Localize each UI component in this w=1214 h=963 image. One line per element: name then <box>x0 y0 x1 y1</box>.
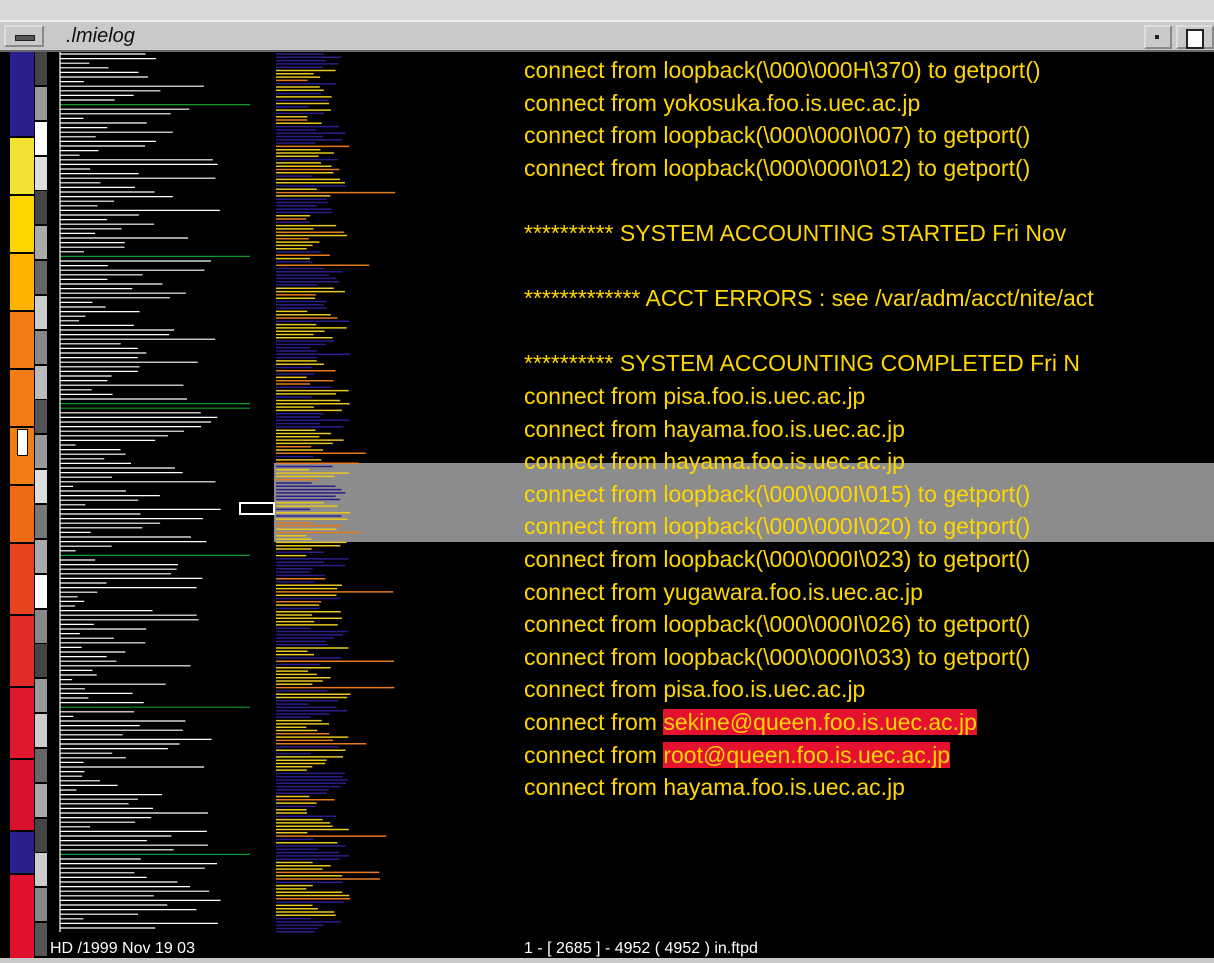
density-segment <box>35 470 47 506</box>
log-line[interactable]: connect from yokosuka.foo.is.uec.ac.jp <box>524 90 920 116</box>
colorbar-segment[interactable] <box>10 370 34 428</box>
log-line-text: connect from loopback(\000\000H\370) to … <box>524 57 1041 83</box>
density-segment <box>35 365 47 401</box>
density-segment <box>35 888 47 924</box>
log-line[interactable]: connect from loopback(\000\000H\370) to … <box>524 57 1041 83</box>
maximize-button[interactable] <box>1176 25 1214 49</box>
density-segment <box>35 86 47 122</box>
desktop-strip <box>0 0 1214 21</box>
log-line[interactable]: connect from sekine@queen.foo.is.uec.ac.… <box>524 709 977 735</box>
log-line-text: connect from hayama.foo.is.uec.ac.jp <box>524 774 905 801</box>
log-line[interactable]: connect from loopback(\000\000I\020) to … <box>524 513 1030 539</box>
minimize-button[interactable] <box>1144 25 1172 49</box>
colorbar-segment[interactable] <box>10 138 34 196</box>
highlighted-host[interactable]: sekine@queen.foo.is.uec.ac.jp <box>663 709 977 735</box>
density-segment <box>35 400 47 436</box>
density-segment <box>35 853 47 889</box>
log-line-text: connect from yugawara.foo.is.uec.ac.jp <box>524 578 923 605</box>
colorbar-segment[interactable] <box>10 486 34 544</box>
log-line[interactable]: connect from hayama.foo.is.uec.ac.jp <box>524 774 905 800</box>
log-line-text: connect from loopback(\000\000I\023) to … <box>524 546 1031 572</box>
log-line[interactable]: connect from pisa.foo.is.uec.ac.jp <box>524 676 865 702</box>
colorbar-segment[interactable] <box>10 312 34 370</box>
log-line[interactable]: connect from loopback(\000\000I\023) to … <box>524 546 1030 572</box>
highlighted-host[interactable]: root@queen.foo.is.uec.ac.jp <box>663 741 951 768</box>
log-line-text: ************* ACCT ERRORS : see /var/adm… <box>524 285 1094 312</box>
log-line[interactable]: connect from yugawara.foo.is.uec.ac.jp <box>524 579 923 605</box>
log-line-text: connect from yokosuka.foo.is.uec.ac.jp <box>524 89 921 116</box>
log-viewer[interactable]: connect from loopback(\000\000H\370) to … <box>0 52 1214 958</box>
colorbar-segment[interactable] <box>10 832 34 875</box>
log-line[interactable]: connect from hayama.foo.is.uec.ac.jp <box>524 416 905 442</box>
density-segment <box>35 505 47 540</box>
colorbar-segment[interactable] <box>10 688 34 760</box>
density-segment <box>35 679 47 715</box>
colorbar-segment[interactable] <box>10 52 34 138</box>
colorbar-segment[interactable] <box>10 254 34 312</box>
log-line[interactable]: ********** SYSTEM ACCOUNTING COMPLETED F… <box>524 350 1080 376</box>
colorbar-segment[interactable] <box>10 616 34 688</box>
time-colorbar[interactable] <box>10 52 34 958</box>
log-line-text: connect from loopback(\000\000I\012) to … <box>524 154 1031 181</box>
log-line[interactable]: connect from loopback(\000\000I\033) to … <box>524 644 1030 670</box>
density-segment <box>35 295 47 331</box>
density-segment <box>35 121 47 157</box>
status-date: HD /1999 Nov 19 03 <box>50 940 195 957</box>
log-line[interactable]: connect from root@queen.foo.is.uec.ac.jp <box>524 741 951 768</box>
density-segment <box>35 52 47 87</box>
log-line[interactable]: connect from loopback(\000\000I\007) to … <box>524 122 1030 148</box>
log-line-text: connect from loopback(\000\000I\015) to … <box>524 480 1031 507</box>
density-segment <box>35 226 47 262</box>
log-line-text: connect from pisa.foo.is.uec.ac.jp <box>524 676 866 703</box>
density-segment <box>35 609 47 645</box>
density-segment <box>35 435 47 471</box>
density-segment <box>35 783 47 819</box>
log-text-pane[interactable]: connect from loopback(\000\000H\370) to … <box>520 52 1214 958</box>
log-line[interactable]: connect from pisa.foo.is.uec.ac.jp <box>524 383 865 409</box>
density-segment <box>35 330 47 366</box>
log-line[interactable]: ********** SYSTEM ACCOUNTING STARTED Fri… <box>524 220 1066 246</box>
log-line-text: connect from loopback(\000\000I\020) to … <box>524 513 1031 540</box>
position-marker[interactable] <box>17 429 28 456</box>
density-segment <box>35 539 47 575</box>
density-segment <box>35 574 47 610</box>
density-segment <box>35 644 47 680</box>
log-line-text: ********** SYSTEM ACCOUNTING COMPLETED F… <box>524 350 1080 377</box>
density-segment <box>35 748 47 784</box>
density-segment <box>35 191 47 227</box>
log-line-text: connect from <box>524 709 664 735</box>
log-line-text: connect from loopback(\000\000I\007) to … <box>524 122 1031 149</box>
density-segment <box>35 156 47 192</box>
colorbar-segment[interactable] <box>10 875 34 958</box>
status-position: 1 - [ 2685 ] - 4952 ( 4952 ) in.ftpd <box>524 940 758 957</box>
log-line[interactable]: connect from loopback(\000\000I\015) to … <box>524 481 1030 507</box>
log-line-text: ********** SYSTEM ACCOUNTING STARTED Fri… <box>524 220 1067 246</box>
overview-viewport-box[interactable] <box>239 502 275 515</box>
log-line[interactable]: connect from hayama.foo.is.uec.ac.jp <box>524 448 905 474</box>
log-overview[interactable] <box>274 52 520 958</box>
colorbar-segment[interactable] <box>10 760 34 832</box>
colorbar-segment[interactable] <box>10 544 34 616</box>
density-segment <box>35 923 47 958</box>
log-line-text: connect from hayama.foo.is.uec.ac.jp <box>524 448 905 475</box>
window-bottom-border <box>0 958 1214 963</box>
window-titlebar[interactable]: .lmielog <box>0 20 1214 52</box>
window-menu-button[interactable] <box>4 25 44 47</box>
colorbar-segment[interactable] <box>10 196 34 254</box>
log-line-text: connect from hayama.foo.is.uec.ac.jp <box>524 415 905 442</box>
density-segment <box>35 714 47 750</box>
density-bar <box>35 52 47 958</box>
log-line-text: connect from loopback(\000\000I\026) to … <box>524 611 1031 638</box>
log-line-text: connect from <box>524 741 664 768</box>
density-segment <box>35 818 47 854</box>
log-line-text: connect from loopback(\000\000I\033) to … <box>524 643 1031 670</box>
log-line[interactable]: ************* ACCT ERRORS : see /var/adm… <box>524 285 1094 311</box>
density-segment <box>35 261 47 297</box>
log-line[interactable]: connect from loopback(\000\000I\012) to … <box>524 155 1030 181</box>
log-line[interactable]: connect from loopback(\000\000I\026) to … <box>524 611 1030 637</box>
log-line-text: connect from pisa.foo.is.uec.ac.jp <box>524 383 866 409</box>
window-title: .lmielog <box>66 25 135 47</box>
